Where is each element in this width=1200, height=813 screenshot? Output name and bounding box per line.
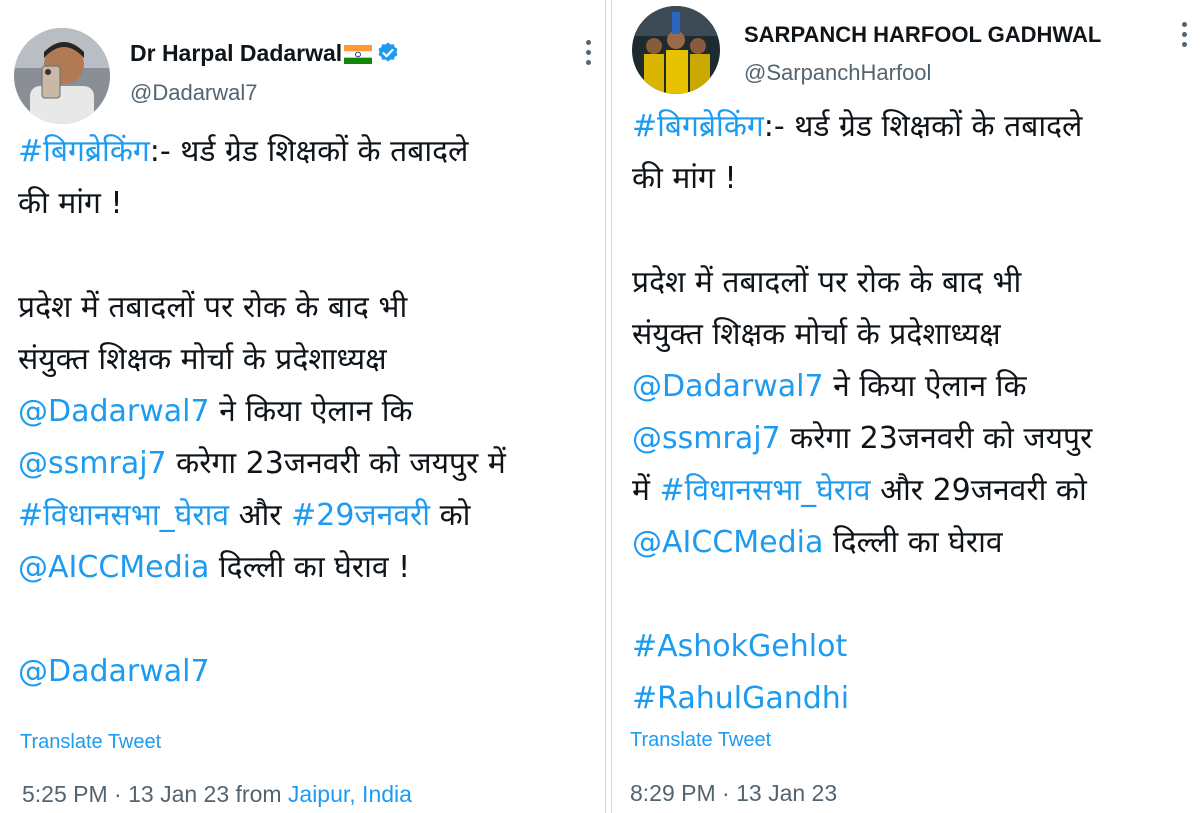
tweet-line: @Dadarwal7 ने किया ऐलान कि — [632, 361, 1092, 413]
tweet-text: में — [632, 473, 660, 508]
author-avatar[interactable] — [14, 28, 110, 124]
tweet-text: प्रदेश में तबादलों पर रोक के बाद भी — [18, 290, 408, 325]
tweet-line: @AICCMedia दिल्ली का घेराव — [632, 517, 1092, 569]
tweet-text: :- थर्ड ग्रेड शिक्षकों के तबादले — [149, 134, 469, 169]
author-name-text[interactable]: Dr Harpal Dadarwal — [130, 40, 342, 66]
tweet-line: @AICCMedia दिल्ली का घेराव ! — [18, 542, 506, 594]
author-handle[interactable]: @SarpanchHarfool — [744, 60, 931, 86]
tweet-text: ने किया ऐलान कि — [823, 369, 1027, 404]
tweet-body: #बिगब्रेकिंग:- थर्ड ग्रेड शिक्षकों के तब… — [18, 126, 506, 698]
more-options-icon[interactable] — [582, 40, 594, 70]
mention-link[interactable]: @ssmraj7 — [632, 421, 781, 456]
mention-link[interactable]: @Dadarwal7 — [18, 654, 210, 689]
hashtag-link[interactable]: #AshokGehlot — [632, 629, 847, 664]
tweet-line: @ssmraj7 करेगा 23जनवरी को जयपुर — [632, 413, 1092, 465]
tweet-text: को — [430, 498, 471, 533]
translate-tweet-link[interactable]: Translate Tweet — [20, 731, 161, 754]
timestamp[interactable]: 8:29 PM · 13 Jan 23 — [630, 780, 837, 807]
hashtag-link[interactable]: #29जनवरी — [291, 498, 430, 533]
hashtag-link[interactable]: #बिगब्रेकिंग — [632, 109, 764, 144]
tweet-text: प्रदेश में तबादलों पर रोक के बाद भी — [632, 265, 1022, 300]
tweet-line: #बिगब्रेकिंग:- थर्ड ग्रेड शिक्षकों के तब… — [18, 126, 506, 178]
hashtag-link[interactable]: #विधानसभा_घेराव — [659, 473, 870, 508]
hashtag-link[interactable]: #RahulGandhi — [632, 681, 849, 716]
author-name[interactable]: Dr Harpal Dadarwal — [130, 40, 400, 67]
tweet-text: और — [229, 498, 292, 533]
tweet-line: @ssmraj7 करेगा 23जनवरी को जयपुर में — [18, 438, 506, 490]
tweet-line: @Dadarwal7 — [18, 646, 506, 698]
tweet-meta: 5:25 PM · 13 Jan 23 from Jaipur, India — [22, 781, 412, 808]
verified-badge-icon — [376, 41, 400, 65]
translate-tweet-link[interactable]: Translate Tweet — [630, 729, 771, 752]
timestamp[interactable]: 5:25 PM · 13 Jan 23 from — [22, 781, 288, 807]
hashtag-link[interactable]: #बिगब्रेकिंग — [18, 134, 150, 169]
tweet-line: #RahulGandhi — [632, 673, 1092, 725]
tweet-text: की मांग ! — [18, 186, 123, 221]
tweet-line: में #विधानसभा_घेराव और 29जनवरी को — [632, 465, 1092, 517]
tweet-text: दिल्ली का घेराव — [823, 525, 1003, 560]
panel-divider — [605, 0, 612, 813]
mention-link[interactable]: @AICCMedia — [632, 525, 823, 560]
tweet-card-left: Dr Harpal Dadarwal @Dadarwal7 #बिगब्रेकि… — [0, 0, 605, 813]
author-handle[interactable]: @Dadarwal7 — [130, 80, 258, 106]
author-name[interactable]: SARPANCH HARFOOL GADHWAL — [744, 22, 1101, 48]
tweet-text: करेगा 23जनवरी को जयपुर — [780, 421, 1093, 456]
tweet-line: #विधानसभा_घेराव और #29जनवरी को — [18, 490, 506, 542]
location-link[interactable]: Jaipur, India — [288, 781, 412, 807]
tweet-text: :- थर्ड ग्रेड शिक्षकों के तबादले — [763, 109, 1083, 144]
tweet-line: #AshokGehlot — [632, 621, 1092, 673]
tweet-line: @Dadarwal7 ने किया ऐलान कि — [18, 386, 506, 438]
tweet-text: संयुक्त शिक्षक मोर्चा के प्रदेशाध्यक्ष — [632, 317, 1001, 352]
tweet-text: दिल्ली का घेराव ! — [209, 550, 411, 585]
hashtag-link[interactable]: #विधानसभा_घेराव — [18, 498, 229, 533]
tweet-body: #बिगब्रेकिंग:- थर्ड ग्रेड शिक्षकों के तब… — [632, 101, 1092, 725]
author-avatar[interactable] — [632, 6, 720, 94]
india-flag-icon — [344, 43, 373, 65]
mention-link[interactable]: @Dadarwal7 — [18, 394, 210, 429]
tweet-line: #बिगब्रेकिंग:- थर्ड ग्रेड शिक्षकों के तब… — [632, 101, 1092, 153]
tweet-text: करेगा 23जनवरी को जयपुर में — [166, 446, 506, 481]
tweet-text: ने किया ऐलान कि — [209, 394, 413, 429]
tweet-card-right: SARPANCH HARFOOL GADHWAL @SarpanchHarfoo… — [612, 0, 1200, 813]
more-options-icon[interactable] — [1178, 22, 1190, 52]
tweet-text: और 29जनवरी को — [870, 473, 1087, 508]
mention-link[interactable]: @ssmraj7 — [18, 446, 167, 481]
mention-link[interactable]: @Dadarwal7 — [632, 369, 824, 404]
tweet-text: संयुक्त शिक्षक मोर्चा के प्रदेशाध्यक्ष — [18, 342, 387, 377]
mention-link[interactable]: @AICCMedia — [18, 550, 209, 585]
tweet-text: की मांग ! — [632, 161, 737, 196]
